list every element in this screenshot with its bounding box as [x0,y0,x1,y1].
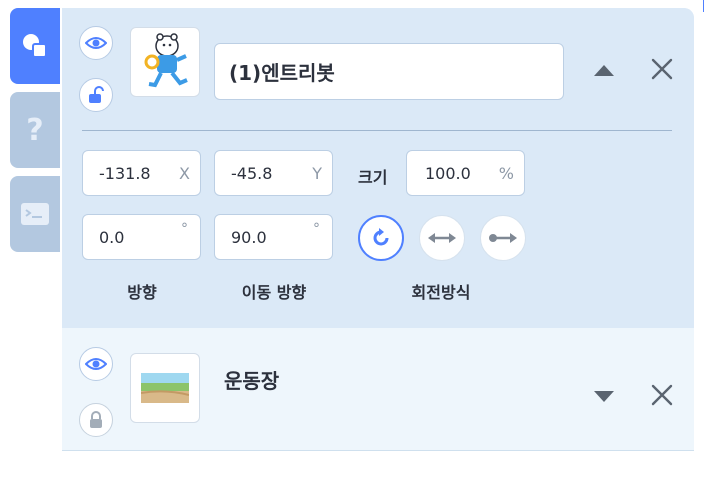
console-icon [21,203,49,225]
direction-value: 0.0 [99,228,125,247]
x-coordinate-field[interactable]: -131.8 X [82,150,201,196]
close-icon[interactable] [650,57,674,81]
object-tab[interactable] [10,8,60,84]
move-direction-degree: ° [313,221,320,237]
object-card-entrybot[interactable]: (1)엔트리봇 -131.8 X -45.8 Y 크기 100.0 % 0.0 … [62,8,694,328]
divider [82,130,672,131]
lock-toggle-button[interactable] [79,78,113,112]
rotation-mode-label: 회전방식 [411,283,471,302]
lock-icon [90,411,102,428]
no-rotate-icon [489,233,517,243]
help-tab[interactable]: ? [10,92,60,168]
flip-horizontal-icon [428,233,456,243]
object-thumbnail [130,353,200,423]
console-tab[interactable] [10,176,60,252]
size-label: 크기 [358,168,388,187]
rotate-free-icon [373,228,389,246]
help-icon: ? [26,112,44,148]
y-suffix: Y [312,164,322,183]
expand-arrow-icon[interactable] [594,391,614,402]
entrybot-image [144,33,188,88]
size-field[interactable]: 100.0 % [406,150,525,196]
x-value: -131.8 [99,164,151,183]
eye-icon [85,358,107,370]
direction-field[interactable]: 0.0 ° [82,214,201,260]
visibility-toggle-button[interactable] [79,347,113,381]
unlock-icon [89,86,104,103]
object-card-playground[interactable]: 운동장 [62,328,694,451]
collapse-arrow-icon[interactable] [594,65,614,76]
object-name-input[interactable]: (1)엔트리봇 [214,43,564,100]
move-direction-label: 이동 방향 [241,283,307,302]
no-rotate-button[interactable] [480,215,526,261]
flip-horizontal-button[interactable] [419,215,465,261]
move-direction-value: 90.0 [231,228,267,247]
object-list-panel: (1)엔트리봇 -131.8 X -45.8 Y 크기 100.0 % 0.0 … [62,8,694,478]
eye-icon [85,37,107,49]
close-icon[interactable] [650,383,674,407]
x-suffix: X [179,164,190,183]
y-value: -45.8 [231,164,273,183]
edge-marker [703,0,704,12]
object-thumbnail [130,27,200,97]
object-name-text: (1)엔트리봇 [229,61,335,85]
size-suffix: % [498,164,514,183]
y-coordinate-field[interactable]: -45.8 Y [214,150,333,196]
lock-toggle-button[interactable] [79,403,113,437]
visibility-toggle-button[interactable] [79,26,113,60]
rotate-free-button[interactable] [358,215,404,261]
size-value: 100.0 [425,164,471,183]
direction-label: 방향 [127,283,157,302]
direction-degree: ° [181,221,188,237]
playground-image [141,373,189,403]
move-direction-field[interactable]: 90.0 ° [214,214,333,260]
object-list-spacer [62,451,694,478]
object-name-text: 운동장 [224,369,280,393]
shapes-icon [23,34,47,58]
